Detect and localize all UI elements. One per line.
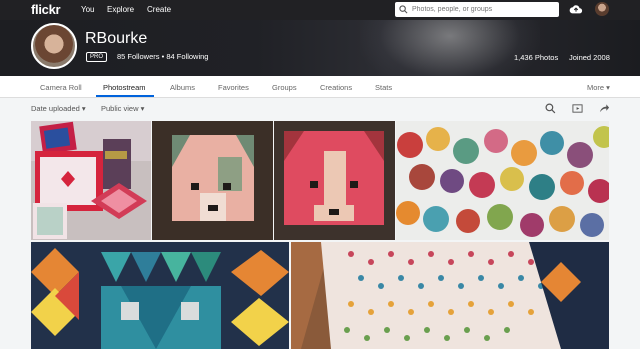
pro-badge: PRO [86, 52, 108, 62]
slideshow-icon[interactable] [572, 103, 583, 114]
search-input[interactable] [412, 6, 552, 13]
tab-favorites[interactable]: Favorites [218, 83, 249, 92]
top-navigation: flickr You Explore Create [0, 0, 640, 20]
photo-tile[interactable] [31, 242, 289, 349]
cover-image-highlight [360, 20, 540, 76]
tab-stats[interactable]: Stats [375, 83, 392, 92]
tab-more[interactable]: More ▾ [587, 83, 610, 92]
upload-cloud-icon[interactable] [569, 3, 583, 15]
profile-name: RBourke [85, 30, 148, 47]
search-icon [399, 5, 408, 14]
share-icon[interactable] [599, 103, 610, 114]
search-box[interactable] [395, 2, 559, 17]
nav-you[interactable]: You [81, 5, 95, 14]
profile-avatar[interactable] [31, 23, 77, 69]
photo-tile[interactable] [274, 121, 395, 240]
followers-count: 85 Followers • 84 Following [117, 52, 208, 61]
photo-tile[interactable] [31, 121, 151, 240]
photo-tile[interactable] [291, 242, 609, 349]
photo-tile[interactable] [152, 121, 273, 240]
profile-tabs: Camera Roll Photostream Albums Favorites… [0, 76, 640, 98]
nav-explore[interactable]: Explore [107, 5, 134, 14]
sort-dropdown[interactable]: Date uploaded ▾ [31, 104, 86, 113]
user-avatar[interactable] [595, 2, 609, 16]
joined-date: Joined 2008 [569, 53, 610, 62]
flickr-logo[interactable]: flickr [31, 2, 61, 17]
search-icon[interactable] [545, 103, 556, 114]
tab-albums[interactable]: Albums [170, 83, 195, 92]
filter-bar: Date uploaded ▾ Public view ▾ [0, 99, 640, 119]
active-tab-indicator [96, 95, 154, 97]
visibility-dropdown[interactable]: Public view ▾ [101, 104, 144, 113]
tab-camera-roll[interactable]: Camera Roll [40, 83, 82, 92]
tab-groups[interactable]: Groups [272, 83, 297, 92]
nav-create[interactable]: Create [147, 5, 171, 14]
following-link[interactable]: 84 Following [166, 52, 208, 61]
followers-link[interactable]: 85 Followers [117, 52, 160, 61]
tab-creations[interactable]: Creations [320, 83, 352, 92]
photo-tile[interactable] [396, 121, 609, 240]
cover-photo [0, 20, 640, 76]
tab-photostream[interactable]: Photostream [103, 83, 146, 92]
photo-count: 1,436 Photos [514, 53, 559, 62]
